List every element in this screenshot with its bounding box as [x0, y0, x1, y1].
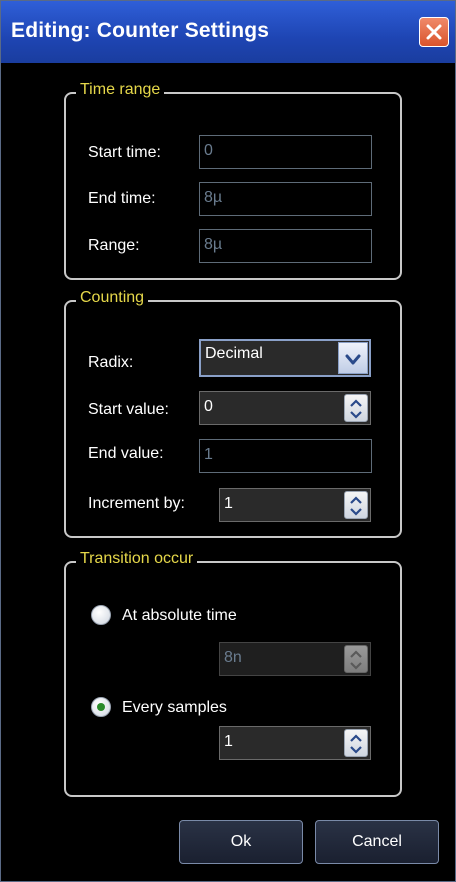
start-value-spinbox[interactable]: 0 [199, 391, 371, 425]
increment-label: Increment by: [88, 495, 185, 512]
counting-legend: Counting [76, 289, 149, 307]
end-time-field[interactable]: 8µ [199, 182, 372, 216]
every-samples-text: 1 [224, 733, 233, 750]
increment-text: 1 [224, 495, 233, 512]
every-samples-spinbox[interactable]: 1 [219, 726, 371, 760]
end-value-field[interactable]: 1 [199, 439, 372, 473]
every-samples-radio[interactable] [91, 697, 111, 717]
increment-spinbox[interactable]: 1 [219, 488, 371, 522]
absolute-time-radio[interactable] [91, 605, 111, 625]
cancel-button[interactable]: Cancel [315, 820, 439, 864]
transition-group: Transition occur [64, 550, 402, 797]
chevron-down-icon [345, 354, 361, 365]
start-time-label: Start time: [88, 144, 161, 161]
radix-select[interactable]: Decimal [199, 339, 371, 377]
radix-label: Radix: [88, 354, 134, 371]
up-down-arrows-icon [350, 496, 362, 516]
range-field[interactable]: 8µ [199, 229, 372, 263]
absolute-time-spinbox[interactable]: 8n [219, 642, 371, 676]
dialog-title: Editing: Counter Settings [11, 19, 270, 42]
range-label: Range: [88, 237, 140, 254]
end-time-label: End time: [88, 190, 156, 207]
end-value-label: End value: [88, 445, 164, 462]
up-down-arrows-icon [350, 650, 362, 670]
transition-legend: Transition occur [76, 550, 198, 568]
close-button[interactable] [419, 17, 449, 47]
start-value-label: Start value: [88, 401, 169, 418]
start-value-text: 0 [204, 398, 213, 415]
up-down-arrows-icon [350, 734, 362, 754]
radix-dropdown-button[interactable] [338, 342, 368, 374]
increment-stepper[interactable] [344, 491, 368, 519]
absolute-time-label[interactable]: At absolute time [122, 607, 237, 625]
start-value-stepper[interactable] [344, 394, 368, 422]
dialog-window: Editing: Counter Settings Time range Sta… [0, 0, 456, 882]
radio-selected-dot [97, 703, 105, 711]
ok-button[interactable]: Ok [179, 820, 303, 864]
every-samples-label[interactable]: Every samples [122, 699, 227, 717]
close-icon [426, 24, 442, 40]
every-samples-stepper[interactable] [344, 729, 368, 757]
absolute-time-stepper[interactable] [344, 645, 368, 673]
time-range-legend: Time range [76, 81, 165, 99]
title-bar[interactable]: Editing: Counter Settings [1, 1, 455, 63]
start-time-field[interactable]: 0 [199, 135, 372, 169]
up-down-arrows-icon [350, 399, 362, 419]
radix-selected-value: Decimal [205, 345, 263, 362]
absolute-time-text: 8n [224, 649, 242, 666]
